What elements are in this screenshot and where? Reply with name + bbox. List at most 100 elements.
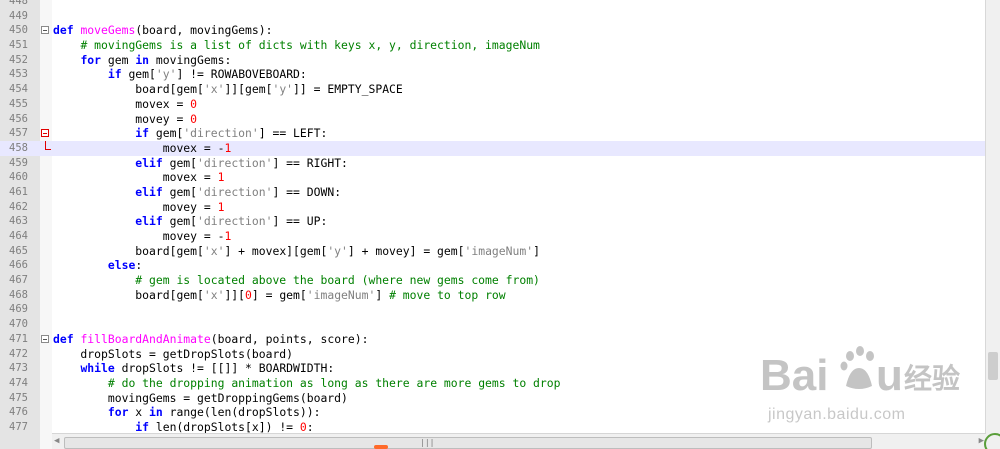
fold-toggle-icon[interactable]	[41, 334, 49, 343]
code-token: gem[	[121, 67, 156, 82]
code-text[interactable]: movex = 0	[53, 97, 197, 112]
number-token: 1	[224, 140, 232, 155]
code-token: (board, movingGems):	[135, 23, 273, 38]
string-token: 'y'	[272, 82, 294, 97]
code-line[interactable]: 457 if gem['direction'] == LEFT:	[0, 126, 990, 141]
code-text[interactable]: else:	[53, 258, 142, 273]
code-token: x	[128, 405, 150, 420]
code-line[interactable]: 466 else:	[0, 258, 990, 273]
code-text[interactable]: for gem in movingGems:	[53, 53, 231, 68]
line-number: 474	[9, 376, 28, 389]
code-token: gem[	[162, 214, 198, 229]
code-text[interactable]: elif gem['direction'] == DOWN:	[53, 185, 341, 200]
code-text[interactable]: movey = 0	[53, 112, 197, 127]
line-number: 469	[9, 303, 28, 316]
number-token: 0	[299, 419, 307, 434]
line-number: 451	[9, 39, 28, 52]
code-text[interactable]: board[gem['x']][gem['y']] = EMPTY_SPACE	[53, 82, 403, 97]
horizontal-scroll-thumb[interactable]: |||	[64, 437, 872, 449]
code-text[interactable]: dropSlots = getDropSlots(board)	[53, 347, 293, 362]
keyword-token: for	[107, 405, 129, 420]
code-token: ] == RIGHT:	[272, 155, 348, 170]
code-text[interactable]: if gem['y'] != ROWABOVEBOARD:	[53, 67, 307, 82]
scroll-left-arrow-icon[interactable]: ◀	[54, 436, 59, 446]
code-text[interactable]: movex = 1	[53, 170, 225, 185]
code-line[interactable]: 468 board[gem['x']][0] = gem['imageNum']…	[0, 288, 990, 303]
vertical-scroll-thumb[interactable]	[988, 352, 998, 380]
line-number: 477	[9, 420, 28, 433]
comment-token: # movingGems is a list of dicts with key…	[80, 38, 540, 53]
string-token: 'imageNum'	[306, 287, 376, 302]
keyword-token: if	[135, 126, 150, 141]
line-number: 470	[9, 318, 28, 331]
line-number: 455	[9, 97, 28, 110]
code-text[interactable]: movey = 1	[53, 199, 225, 215]
code-text[interactable]: movingGems = getDroppingGems(board)	[53, 391, 348, 406]
keyword-token: elif	[135, 155, 163, 170]
code-text[interactable]: for x in range(len(dropSlots)):	[53, 405, 321, 420]
fold-toggle-icon[interactable]	[41, 129, 49, 138]
code-line[interactable]: 455 movex = 0	[0, 97, 990, 112]
code-token: gem[	[162, 184, 198, 199]
code-token: ] != ROWABOVEBOARD:	[176, 67, 307, 82]
code-line[interactable]: 459 elif gem['direction'] == RIGHT:	[0, 156, 990, 171]
code-text[interactable]: if gem['direction'] == LEFT:	[53, 126, 327, 141]
fold-toggle-icon[interactable]	[41, 26, 49, 35]
line-number: 449	[9, 9, 28, 22]
vertical-scrollbar[interactable]	[985, 0, 1000, 449]
number-token: 1	[224, 229, 232, 243]
code-line[interactable]: 467 # gem is located above the board (wh…	[0, 273, 990, 288]
code-line[interactable]: 450 def moveGems(board, movingGems):	[0, 23, 990, 38]
keyword-token: in	[149, 405, 163, 420]
number-token: 0	[245, 287, 252, 302]
code-line[interactable]: 456 movey = 0	[0, 112, 990, 127]
line-number: 459	[9, 156, 28, 169]
line-number: 464	[9, 230, 28, 242]
code-text[interactable]: elif gem['direction'] == RIGHT:	[53, 156, 348, 171]
code-text[interactable]: while dropSlots != [[]] * BOARDWIDTH:	[53, 361, 334, 376]
code-text[interactable]: movey = -1	[53, 229, 232, 244]
code-line[interactable]: 453 if gem['y'] != ROWABOVEBOARD:	[0, 67, 990, 82]
code-text[interactable]: # gem is located above the board (where …	[53, 273, 540, 288]
keyword-token: if	[135, 419, 150, 434]
code-line[interactable]: 462 movey = 1	[0, 200, 990, 215]
svg-text:u: u	[876, 351, 903, 400]
number-token: 0	[190, 96, 198, 111]
line-number: 448	[9, 0, 28, 7]
string-token: 'y'	[155, 67, 177, 82]
code-line[interactable]: 452 for gem in movingGems:	[0, 53, 990, 68]
horizontal-scrollbar[interactable]: ◀ ||| ▶	[52, 433, 986, 449]
string-token: 'y'	[327, 243, 348, 258]
line-number: 476	[9, 406, 28, 419]
watermark-url: jingyan.baidu.com	[768, 406, 906, 423]
code-line[interactable]: 469	[0, 302, 990, 317]
code-line[interactable]: 465 board[gem['x'] + movex][gem['y'] + m…	[0, 244, 990, 259]
code-text[interactable]: def fillBoardAndAnimate(board, points, s…	[53, 332, 368, 347]
code-line[interactable]: 464 movey = -1	[0, 229, 990, 244]
comment-token: # gem is located above the board (where …	[135, 273, 540, 288]
code-line[interactable]: 449	[0, 9, 990, 24]
code-line[interactable]: 451 # movingGems is a list of dicts with…	[0, 38, 990, 53]
code-line[interactable]: 458 movex = -1	[0, 140, 990, 156]
code-text[interactable]: board[gem['x'] + movex][gem['y'] + movey…	[53, 244, 540, 259]
code-line[interactable]: 470	[0, 317, 990, 332]
line-number: 473	[9, 362, 28, 375]
code-text[interactable]: movex = -1	[53, 140, 232, 156]
code-editor[interactable]: 448 449 450 def moveGems(board, movingGems)…	[0, 0, 1000, 449]
code-line[interactable]: 454 board[gem['x']][gem['y']] = EMPTY_SP…	[0, 82, 990, 97]
code-text[interactable]: def moveGems(board, movingGems):	[53, 23, 272, 38]
code-line[interactable]: 461 elif gem['direction'] == DOWN:	[0, 185, 990, 200]
code-text[interactable]: elif gem['direction'] == UP:	[53, 214, 327, 229]
code-line[interactable]: 463 elif gem['direction'] == UP:	[0, 214, 990, 229]
number-token: 1	[217, 199, 225, 214]
comment-token: # move to top row	[389, 287, 506, 302]
code-line[interactable]: 448	[0, 0, 990, 9]
code-text[interactable]: # movingGems is a list of dicts with key…	[53, 38, 540, 53]
code-text[interactable]: board[gem['x']][0] = gem['imageNum'] # m…	[53, 287, 506, 303]
line-number: 471	[9, 332, 28, 345]
code-token: movex = -	[53, 140, 225, 155]
code-line[interactable]: 460 movex = 1	[0, 170, 990, 185]
code-text[interactable]: # do the dropping animation as long as t…	[53, 376, 561, 391]
